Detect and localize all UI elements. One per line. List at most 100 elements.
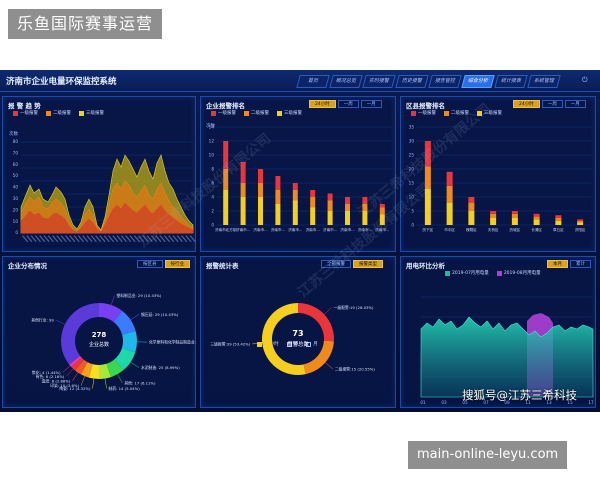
enterprise-bar-level-3[interactable] [223, 190, 229, 225]
district-x-label: 历下区 [422, 228, 433, 232]
power-area-jul [420, 316, 594, 398]
nav-item-home[interactable]: 首页 [296, 75, 330, 88]
enterprise-bar-level-3[interactable] [362, 211, 368, 225]
enterprise-bar-level-1[interactable] [292, 183, 298, 190]
enterprise-bar-level-3[interactable] [258, 197, 263, 225]
sohu-watermark: 搜狐号@江苏三希科技 [462, 388, 577, 402]
alarm-stats-slice[interactable] [262, 303, 306, 375]
enterprise-y-tick: 4 [211, 195, 214, 200]
trend-chart: 次数 80 70 60 50 40 30 20 10 0 [9, 130, 196, 243]
enterprise-bar-level-2[interactable] [223, 169, 229, 190]
district-bar-level-2[interactable] [577, 220, 584, 223]
enterprise-bar-level-1[interactable] [310, 190, 316, 197]
district-y-tick: 15 [409, 181, 415, 186]
alarm-stats-leader [325, 362, 334, 370]
district-bar-level-1[interactable] [533, 213, 540, 217]
enterprise-bar-level-3[interactable] [292, 200, 298, 226]
district-bar-level-3[interactable] [511, 218, 518, 225]
district-bar-level-1[interactable] [468, 197, 475, 203]
trend-y-tick: 40 [13, 185, 19, 190]
nav-item-system[interactable]: 系统管理 [527, 75, 561, 88]
enterprise-bar-level-3[interactable] [345, 211, 350, 225]
enterprise-bar-level-1[interactable] [327, 193, 333, 201]
district-bar-level-3[interactable] [533, 219, 540, 225]
district-bar-level-3[interactable] [424, 188, 431, 225]
district-bar-level-2[interactable] [424, 166, 431, 189]
panel-alarm-stats: 报警统计表 全部报警 报警类型 24小时 周 月 一级报警:19 (26.03%… [200, 256, 396, 408]
enterprise-y-tick: 10 [209, 153, 215, 158]
district-bar-level-1[interactable] [424, 141, 431, 167]
main-nav: 首页 概况总览 实时报警 历史报警 报告管控 综合分析 统计报表 系统管理 [296, 75, 561, 88]
enterprise-bar-level-2[interactable] [292, 190, 298, 201]
enterprise-bar-level-1[interactable] [362, 197, 368, 204]
power-x-tick: 03 [441, 400, 447, 405]
trend-y-tick: 0 [15, 230, 18, 235]
nav-item-overview[interactable]: 概况总览 [329, 75, 363, 88]
enterprise-x-label: 济南市... [340, 227, 354, 232]
district-x-label: 槐荫区 [466, 227, 477, 232]
district-bar-level-3[interactable] [446, 202, 453, 225]
alarm-stats-donut: 一级报警:19 (26.03%) 二级报警:15 (20.55%) 三级报警:39 … [210, 303, 375, 375]
enterprise-bar-level-3[interactable] [327, 211, 333, 225]
district-bar-level-1[interactable] [490, 211, 497, 214]
district-bar-level-2[interactable] [555, 218, 562, 221]
alarm-total-value: 73 [292, 329, 303, 338]
district-bar-level-1[interactable] [555, 215, 562, 218]
enterprise-bar-level-1[interactable] [240, 162, 246, 183]
distribution-label: 水泥制造: 25 (8.99%) [141, 365, 180, 370]
enterprise-bar-level-1[interactable] [223, 141, 229, 169]
district-bar-level-2[interactable] [533, 216, 540, 220]
district-y-tick: 0 [411, 223, 414, 228]
enterprise-bar-level-3[interactable] [240, 197, 246, 225]
nav-item-statistics[interactable]: 统计报表 [494, 75, 528, 88]
power-icon[interactable]: ⏻ [582, 76, 588, 85]
district-y-tick: 35 [409, 125, 415, 130]
distribution-total-value: 278 [92, 331, 107, 339]
distribution-label: 钢压延: 29 (10.43%) [141, 312, 179, 317]
enterprise-bar-level-2[interactable] [275, 190, 281, 204]
district-x-label: 济阳区 [575, 227, 586, 232]
enterprise-bar-level-3[interactable] [275, 204, 281, 225]
distribution-leader [92, 378, 95, 389]
district-bar-level-2[interactable] [468, 202, 475, 211]
district-bar-level-3[interactable] [468, 211, 475, 225]
enterprise-bar-level-2[interactable] [240, 183, 246, 197]
enterprise-bar-level-3[interactable] [310, 207, 316, 226]
panel-distribution: 企业分布情况 按区县 按行业 塑料制品业: 29 (10.43%) 钢压延: 29… [2, 256, 197, 408]
enterprise-bar-level-1[interactable] [345, 197, 350, 204]
enterprise-bar-level-2[interactable] [258, 183, 263, 197]
distribution-label: 塑料制品业: 29 (10.43%) [116, 293, 161, 298]
power-x-tick: 17 [588, 400, 594, 405]
enterprise-x-label: 济南市北方制 [215, 227, 237, 232]
district-bar-level-2[interactable] [446, 185, 453, 203]
enterprise-bar-level-2[interactable] [362, 204, 368, 211]
nav-item-analysis[interactable]: 综合分析 [461, 75, 495, 88]
enterprise-bar-level-2[interactable] [310, 197, 316, 208]
enterprise-bar-level-1[interactable] [379, 204, 385, 208]
alarm-stats-label: 三级报警:39 (53.42%) [210, 341, 250, 346]
district-bar-level-3[interactable] [555, 220, 562, 225]
district-chart: 35 30 25 20 15 10 5 0 历下区 市中区 槐荫区 天桥区 历城区 长清区 章丘区 济阳区 [409, 125, 591, 232]
nav-item-realtime-alarm[interactable]: 实时报警 [362, 75, 396, 88]
distribution-label: 焦化: 4 (1.44%) [32, 370, 61, 375]
district-bar-level-2[interactable] [511, 213, 518, 218]
enterprise-bar-level-2[interactable] [379, 207, 385, 215]
district-bar-level-1[interactable] [577, 219, 584, 221]
district-bar-level-3[interactable] [577, 222, 584, 225]
distribution-donut: 塑料制品业: 29 (10.43%) 钢压延: 29 (10.43%) 化学原料和化… [31, 293, 197, 391]
enterprise-bar-level-3[interactable] [379, 214, 385, 226]
trend-y-tick: 60 [13, 162, 19, 167]
enterprise-bar-level-2[interactable] [327, 200, 333, 212]
district-bar-level-1[interactable] [446, 171, 453, 186]
nav-item-report-control[interactable]: 报告管控 [428, 75, 462, 88]
nav-item-history-alarm[interactable]: 历史报警 [395, 75, 429, 88]
enterprise-x-label: 济南市... [271, 227, 285, 232]
enterprise-bar-level-1[interactable] [275, 176, 281, 190]
district-bar-level-2[interactable] [490, 213, 497, 218]
enterprise-bar-level-2[interactable] [345, 204, 350, 211]
district-bar-level-1[interactable] [511, 211, 518, 214]
distribution-label: 其他行业: 99 [31, 318, 54, 323]
district-bar-level-3[interactable] [490, 218, 497, 225]
enterprise-bar-level-1[interactable] [258, 169, 263, 183]
distribution-leader [130, 361, 140, 368]
